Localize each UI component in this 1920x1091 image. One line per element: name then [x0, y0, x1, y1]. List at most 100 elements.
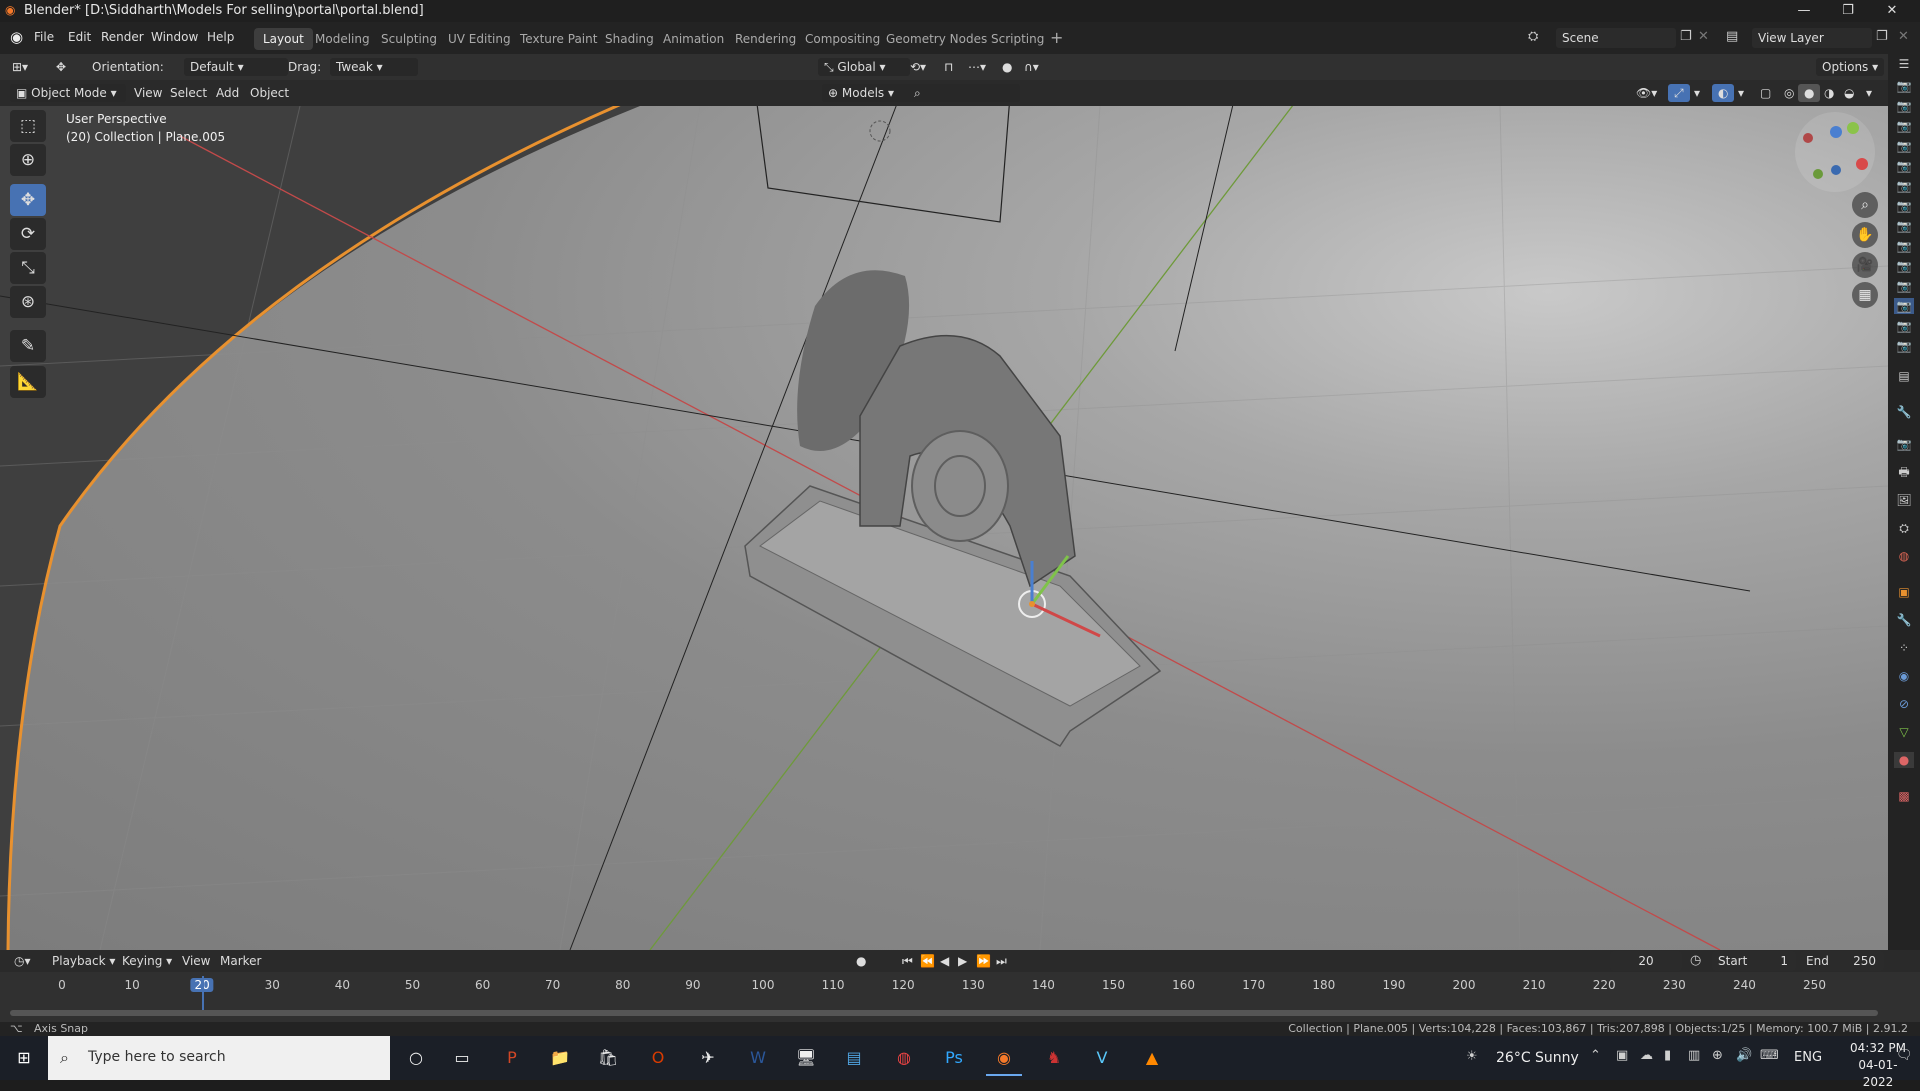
- camera-visibility-icon[interactable]: 📷: [1894, 98, 1914, 114]
- camera-visibility-icon[interactable]: 📷: [1894, 218, 1914, 234]
- add-menu[interactable]: Add: [210, 84, 245, 102]
- view-layer-field[interactable]: View Layer: [1752, 28, 1872, 48]
- tab-texture-paint[interactable]: Texture Paint: [511, 28, 606, 50]
- weather-text[interactable]: 26°C Sunny: [1496, 1050, 1579, 1066]
- camera-visibility-icon[interactable]: 📷: [1894, 278, 1914, 294]
- physics-properties-icon[interactable]: ◉: [1894, 668, 1914, 684]
- delete-view-layer-icon[interactable]: ✕: [1898, 29, 1909, 44]
- gizmo-toggle-icon[interactable]: ⤢: [1668, 84, 1690, 102]
- close-button[interactable]: ✕: [1870, 0, 1914, 22]
- transform-orientation-dropdown[interactable]: ⤡ Global ▾: [818, 58, 910, 76]
- file-explorer-icon[interactable]: 📁: [542, 1042, 578, 1074]
- app-icon-3[interactable]: ▤: [836, 1042, 872, 1074]
- timeline-scrollbar[interactable]: [10, 1010, 1878, 1016]
- start-frame-field[interactable]: Start 1: [1712, 951, 1796, 971]
- select-menu[interactable]: Select: [164, 84, 213, 102]
- scene-icon[interactable]: ⛭: [1528, 29, 1538, 44]
- onedrive-icon[interactable]: ☁: [1640, 1048, 1653, 1063]
- camera-visibility-icon[interactable]: 📷: [1894, 198, 1914, 214]
- orientation-dropdown[interactable]: Default ▾: [184, 58, 288, 76]
- transform-tool-icon[interactable]: ⊛: [10, 286, 46, 318]
- tab-modeling[interactable]: Modeling: [306, 28, 379, 50]
- camera-visibility-icon[interactable]: 📷: [1894, 338, 1914, 354]
- texture-properties-icon[interactable]: ▩: [1894, 788, 1914, 804]
- restore-button[interactable]: ❐: [1826, 0, 1870, 22]
- falloff-icon[interactable]: ∩▾: [1018, 58, 1045, 76]
- current-frame-field[interactable]: 20: [1610, 951, 1682, 971]
- app-icon[interactable]: ✈: [690, 1042, 726, 1074]
- new-scene-icon[interactable]: ❐: [1680, 29, 1692, 44]
- menu-edit[interactable]: Edit: [68, 30, 91, 44]
- scene-properties-icon[interactable]: ⛭: [1894, 520, 1914, 536]
- jump-end-icon[interactable]: ⏭: [990, 952, 1013, 970]
- pivot-icon[interactable]: ⟲▾: [904, 58, 932, 76]
- tray-icon-2[interactable]: ▮: [1664, 1048, 1671, 1063]
- particles-properties-icon[interactable]: ⁘: [1894, 640, 1914, 656]
- new-view-layer-icon[interactable]: ❐: [1876, 29, 1888, 44]
- powerpoint-icon[interactable]: P: [494, 1042, 530, 1074]
- chevron-up-icon[interactable]: ⌃: [1590, 1048, 1601, 1063]
- task-view-icon[interactable]: ▭: [444, 1042, 480, 1074]
- collection-filter-dropdown[interactable]: ⊕ Models ▾: [822, 84, 916, 102]
- overlays-dropdown-icon[interactable]: ▾: [1732, 84, 1750, 102]
- camera-visibility-icon[interactable]: 📷: [1894, 138, 1914, 154]
- properties-editor-icon[interactable]: ▤: [1894, 368, 1914, 384]
- camera-visibility-icon[interactable]: 📷: [1894, 318, 1914, 334]
- tab-animation[interactable]: Animation: [654, 28, 733, 50]
- zoom-icon[interactable]: ⌕: [1852, 192, 1878, 218]
- blender-taskbar-icon[interactable]: ◉: [986, 1042, 1022, 1076]
- cortana-icon[interactable]: ○: [398, 1042, 434, 1074]
- camera-visibility-icon[interactable]: 📷: [1894, 118, 1914, 134]
- data-properties-icon[interactable]: ▽: [1894, 724, 1914, 740]
- xray-icon[interactable]: ▢: [1754, 84, 1777, 102]
- app-icon-5[interactable]: V: [1084, 1042, 1120, 1074]
- word-icon[interactable]: W: [740, 1042, 776, 1074]
- tab-compositing[interactable]: Compositing: [796, 28, 889, 50]
- outliner-icon[interactable]: ☰: [1894, 56, 1914, 72]
- view-layer-properties-icon[interactable]: 🖼: [1894, 492, 1914, 508]
- menu-file[interactable]: File: [34, 30, 54, 44]
- tab-layout[interactable]: Layout: [254, 28, 313, 50]
- tab-rendering[interactable]: Rendering: [726, 28, 805, 50]
- visibility-icon[interactable]: 👁▾: [1630, 84, 1663, 102]
- camera-visibility-icon[interactable]: 📷: [1894, 178, 1914, 194]
- tab-geometry-nodes[interactable]: Geometry Nodes: [877, 28, 996, 50]
- camera-visibility-icon[interactable]: 📷: [1894, 258, 1914, 274]
- camera-visibility-icon[interactable]: 📷: [1894, 78, 1914, 94]
- camera-view-icon[interactable]: 🎥: [1852, 252, 1878, 278]
- minimize-button[interactable]: —: [1782, 0, 1826, 22]
- view-layer-icon[interactable]: ▤: [1726, 29, 1738, 44]
- viewport-search-field[interactable]: ⌕: [908, 84, 1020, 102]
- taskbar-search-box[interactable]: ⌕ Type here to search: [48, 1036, 390, 1080]
- app-icon-2[interactable]: 🖥: [788, 1042, 824, 1074]
- tab-scripting[interactable]: Scripting: [982, 28, 1053, 50]
- playback-menu[interactable]: Playback ▾: [46, 952, 121, 970]
- gizmo-dropdown-icon[interactable]: ▾: [1688, 84, 1706, 102]
- weather-icon[interactable]: ☀: [1466, 1049, 1478, 1064]
- tab-shading[interactable]: Shading: [596, 28, 663, 50]
- modifier-properties-icon[interactable]: 🔧: [1894, 612, 1914, 628]
- record-icon[interactable]: ●: [850, 952, 872, 970]
- object-menu[interactable]: Object: [244, 84, 295, 102]
- menu-help[interactable]: Help: [207, 30, 234, 44]
- render-properties-icon[interactable]: 📷: [1894, 436, 1914, 452]
- output-properties-icon[interactable]: 🖶: [1894, 464, 1914, 480]
- drag-dropdown[interactable]: Tweak ▾: [330, 58, 418, 76]
- notifications-icon[interactable]: 🗨: [1896, 1048, 1913, 1063]
- world-properties-icon[interactable]: ◍: [1894, 548, 1914, 564]
- marker-menu[interactable]: Marker: [214, 952, 267, 970]
- app-icon-4[interactable]: ♞: [1036, 1042, 1072, 1074]
- menu-render[interactable]: Render: [101, 30, 144, 44]
- tool-properties-icon[interactable]: 🔧: [1894, 404, 1914, 420]
- vlc-icon[interactable]: ▲: [1134, 1042, 1170, 1074]
- end-frame-field[interactable]: End 250: [1800, 951, 1884, 971]
- keyboard-icon[interactable]: ⌨: [1760, 1048, 1779, 1063]
- timeline-area[interactable]: 0102030405060708090100110120130140150160…: [0, 972, 1920, 1022]
- select-box-tool-icon[interactable]: ⬚: [10, 110, 46, 142]
- view-menu[interactable]: View: [128, 84, 168, 102]
- mode-dropdown[interactable]: ▣ Object Mode ▾: [10, 84, 126, 102]
- snap-icon[interactable]: ⊓: [938, 58, 959, 76]
- network-icon[interactable]: ⊕: [1712, 1048, 1723, 1063]
- options-dropdown[interactable]: Options ▾: [1816, 58, 1885, 76]
- timeline-editor-icon[interactable]: ◷▾: [8, 952, 37, 970]
